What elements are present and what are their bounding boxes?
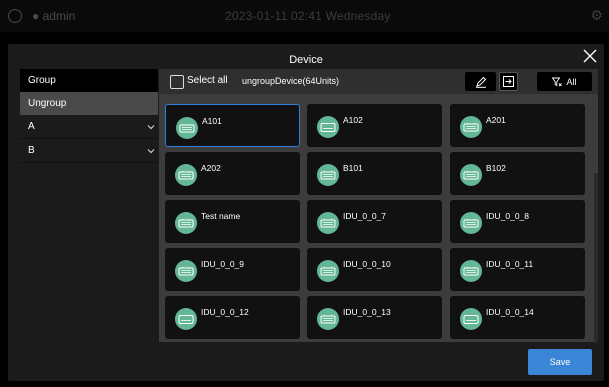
device-name: A202 [201, 163, 221, 173]
scrollbar[interactable] [594, 173, 598, 343]
device-name: IDU_0_0_14 [486, 307, 534, 317]
cassette-unit-icon [460, 164, 482, 186]
sidebar-item-label: A [28, 121, 35, 132]
back-icon[interactable] [8, 9, 22, 23]
wall-unit-icon [175, 308, 197, 330]
device-card[interactable]: IDU_0_0_7 [307, 200, 442, 243]
device-name: A201 [486, 115, 506, 125]
save-button[interactable]: Save [528, 349, 592, 375]
device-dialog: Device Group Ungroup A B Select all ungr… [8, 44, 604, 381]
device-name: A102 [343, 115, 363, 125]
device-card[interactable]: IDU_0_0_13 [307, 296, 442, 339]
group-name-label: ungroupDevice(64Units) [242, 76, 340, 86]
device-card[interactable]: B102 [450, 152, 585, 195]
chevron-down-icon [147, 149, 155, 154]
device-card[interactable]: A101 [165, 104, 300, 147]
cassette-unit-icon [175, 260, 197, 282]
device-name: IDU_0_0_11 [486, 259, 534, 269]
close-icon[interactable] [580, 46, 600, 66]
sidebar-item-ungroup[interactable]: Ungroup [20, 92, 158, 115]
sidebar-item-label: B [28, 145, 35, 156]
device-card[interactable]: A102 [307, 104, 442, 147]
device-card[interactable]: IDU_0_0_8 [450, 200, 585, 243]
device-name: IDU_0_0_12 [201, 307, 249, 317]
device-card[interactable]: IDU_0_0_12 [165, 296, 300, 339]
device-card[interactable]: B101 [307, 152, 442, 195]
device-name: IDU_0_0_7 [343, 211, 387, 221]
device-panel: Select all ungroupDevice(64Units) All A1… [159, 69, 598, 343]
device-card[interactable]: IDU_0_0_10 [307, 248, 442, 291]
device-card[interactable]: A202 [165, 152, 300, 195]
cassette-unit-icon [176, 117, 198, 139]
edit-button[interactable] [465, 72, 496, 91]
cassette-unit-icon [460, 260, 482, 282]
filter-label: All [566, 76, 577, 87]
device-name: B101 [343, 163, 363, 173]
toolbar: Select all ungroupDevice(64Units) All [159, 69, 598, 94]
pencil-icon [475, 76, 486, 88]
wall-unit-icon [460, 308, 482, 330]
filter-icon [552, 77, 563, 86]
device-name: IDU_0_0_8 [486, 211, 530, 221]
cassette-unit-icon [317, 164, 339, 186]
cassette-unit-icon [460, 212, 482, 234]
device-card[interactable]: IDU_0_0_14 [450, 296, 585, 339]
dialog-title: Device [289, 54, 323, 66]
cassette-unit-icon [317, 260, 339, 282]
cassette-unit-icon [317, 308, 339, 330]
wall-unit-icon [317, 116, 339, 138]
username: admin [42, 9, 76, 23]
cassette-unit-icon [460, 116, 482, 138]
device-card[interactable]: A201 [450, 104, 585, 147]
select-all-label[interactable]: Select all [187, 75, 228, 86]
user-label: ● admin [32, 9, 76, 23]
device-card[interactable]: IDU_0_0_11 [450, 248, 585, 291]
select-all-checkbox[interactable] [170, 75, 184, 89]
device-card[interactable]: IDU_0_0_9 [165, 248, 300, 291]
move-button[interactable] [499, 72, 518, 91]
device-name: IDU_0_0_10 [343, 259, 391, 269]
device-name: IDU_0_0_9 [201, 259, 245, 269]
sidebar-item-group[interactable]: Group [20, 69, 158, 92]
chevron-down-icon [147, 125, 155, 130]
datetime: 2023-01-11 02:41 Wednesday [225, 9, 391, 23]
cassette-unit-icon [175, 164, 197, 186]
device-name: B102 [486, 163, 506, 173]
filter-button[interactable]: All [537, 72, 592, 91]
cassette-unit-icon [317, 212, 339, 234]
device-name: Test name [201, 211, 241, 221]
settings-icon[interactable]: ⚙ [590, 7, 603, 24]
move-to-icon [503, 76, 514, 87]
device-card[interactable]: Test name [165, 200, 300, 243]
device-name: IDU_0_0_13 [343, 307, 391, 317]
sidebar-item-b[interactable]: B [20, 139, 158, 163]
sidebar-item-a[interactable]: A [20, 115, 158, 139]
cassette-unit-icon [175, 212, 197, 234]
status-bar: ● admin 2023-01-11 02:41 Wednesday ⚙ [0, 0, 609, 32]
device-name: A101 [202, 116, 222, 126]
sidebar: Group Ungroup A B [20, 69, 158, 163]
